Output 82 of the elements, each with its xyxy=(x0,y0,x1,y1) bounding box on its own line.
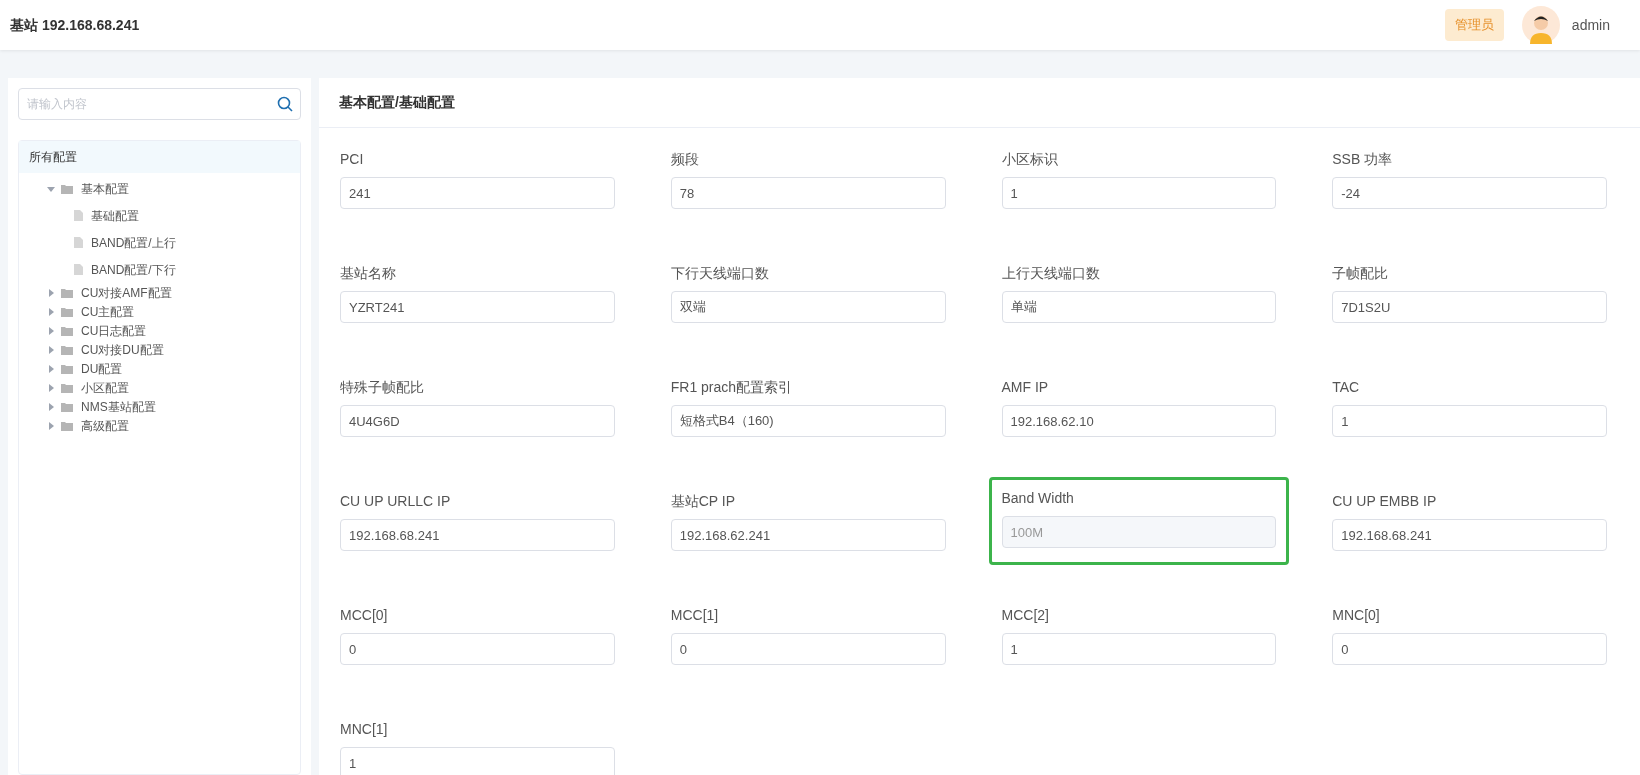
caret-icon[interactable] xyxy=(47,326,55,335)
text-field[interactable]: 192.168.62.10 xyxy=(1001,405,1277,437)
role-badge: 管理员 xyxy=(1444,9,1504,41)
caret-icon[interactable] xyxy=(47,184,55,193)
folder-icon xyxy=(61,401,73,412)
caret-icon[interactable] xyxy=(47,307,55,316)
tree-title: 所有配置 xyxy=(19,141,300,173)
text-field[interactable]: 0 xyxy=(1332,633,1607,665)
username[interactable]: admin xyxy=(1571,14,1610,36)
file-icon xyxy=(74,264,83,275)
field-label: PCI xyxy=(340,150,365,169)
field-label: MNC[1] xyxy=(340,720,389,739)
folder-icon xyxy=(61,363,73,374)
field-label: 特殊子帧配比 xyxy=(340,378,425,397)
text-field[interactable]: 0 xyxy=(670,633,946,665)
folder-icon xyxy=(61,325,73,336)
folder-icon xyxy=(61,306,73,317)
field-label: MNC[0] xyxy=(1332,606,1381,625)
field-label: Band Width xyxy=(1001,489,1075,508)
text-field[interactable]: -24 xyxy=(1332,177,1607,209)
text-field[interactable]: 1 xyxy=(1332,405,1607,437)
folder-icon xyxy=(61,287,73,298)
caret-icon[interactable] xyxy=(47,402,55,411)
field-label: MCC[2] xyxy=(1001,606,1050,625)
tree-item[interactable]: CU主配置 xyxy=(81,302,135,321)
text-field[interactable]: 双端 xyxy=(670,291,946,323)
field-label: 子帧配比 xyxy=(1332,264,1390,283)
caret-icon[interactable] xyxy=(47,364,55,373)
tree-item[interactable]: CU对接DU配置 xyxy=(81,340,164,359)
field-label: AMF IP xyxy=(1001,378,1050,397)
text-field[interactable]: 0 xyxy=(340,633,615,665)
text-field[interactable]: 短格式B4（160) xyxy=(670,405,946,437)
avatar-icon[interactable] xyxy=(1521,6,1560,44)
breadcrumb: 基本配置/基础配置 xyxy=(339,93,455,112)
field-label: TAC xyxy=(1332,378,1361,397)
file-icon xyxy=(74,210,83,221)
text-field[interactable]: 1 xyxy=(1001,177,1277,209)
field-label: 上行天线端口数 xyxy=(1001,264,1101,283)
caret-icon[interactable] xyxy=(47,421,55,430)
tree-item[interactable]: CU对接AMF配置 xyxy=(81,283,172,302)
tree-item[interactable]: DU配置 xyxy=(81,359,123,378)
text-field[interactable]: 241 xyxy=(340,177,615,209)
text-field[interactable]: 192.168.68.241 xyxy=(1332,519,1607,551)
tree-item[interactable]: 基础配置 xyxy=(91,206,139,225)
search-field[interactable]: 请输入内容 xyxy=(18,88,301,120)
caret-icon[interactable] xyxy=(47,288,55,297)
text-field[interactable]: 4U4G6D xyxy=(340,405,615,437)
text-field[interactable]: YZRT241 xyxy=(340,291,615,323)
field-label: 小区标识 xyxy=(1001,150,1059,169)
text-field[interactable]: 单端 xyxy=(1001,291,1277,323)
caret-icon[interactable] xyxy=(47,383,55,392)
folder-icon xyxy=(61,344,73,355)
field-label: MCC[1] xyxy=(670,606,720,625)
station-title: 基站 192.168.68.241 xyxy=(10,15,140,35)
search-icon[interactable] xyxy=(277,96,293,112)
tree-item[interactable]: 高级配置 xyxy=(81,416,129,435)
field-label: 频段 xyxy=(670,150,700,169)
field-label: 下行天线端口数 xyxy=(670,264,770,283)
text-field[interactable]: 192.168.68.241 xyxy=(340,519,615,551)
field-label: CU UP URLLC IP xyxy=(340,492,452,511)
field-label: 基站CP IP xyxy=(670,492,737,511)
field-label: 基站名称 xyxy=(340,264,397,283)
text-field[interactable]: 1 xyxy=(1001,633,1277,665)
tree-item[interactable]: NMS基站配置 xyxy=(81,397,156,416)
folder-icon xyxy=(61,382,73,393)
caret-icon[interactable] xyxy=(47,345,55,354)
text-field[interactable]: 1 xyxy=(340,747,615,775)
tree-item[interactable]: 小区配置 xyxy=(81,378,129,397)
folder-icon xyxy=(61,420,73,431)
field-label: FR1 prach配置索引 xyxy=(670,378,794,397)
text-field[interactable]: 7D1S2U xyxy=(1332,291,1607,323)
field-label: CU UP EMBB IP xyxy=(1332,492,1438,511)
text-field[interactable]: 78 xyxy=(670,177,946,209)
file-icon xyxy=(74,237,83,248)
field-label: MCC[0] xyxy=(340,606,389,625)
tree-item[interactable]: CU日志配置 xyxy=(81,321,147,340)
field-label: SSB 功率 xyxy=(1332,150,1394,169)
text-field[interactable]: 192.168.62.241 xyxy=(670,519,946,551)
tree-item[interactable]: BAND配置/上行 xyxy=(91,233,176,252)
folder-icon xyxy=(61,183,73,194)
tree-item[interactable]: 基本配置 xyxy=(81,179,129,198)
tree-item[interactable]: BAND配置/下行 xyxy=(91,260,176,279)
